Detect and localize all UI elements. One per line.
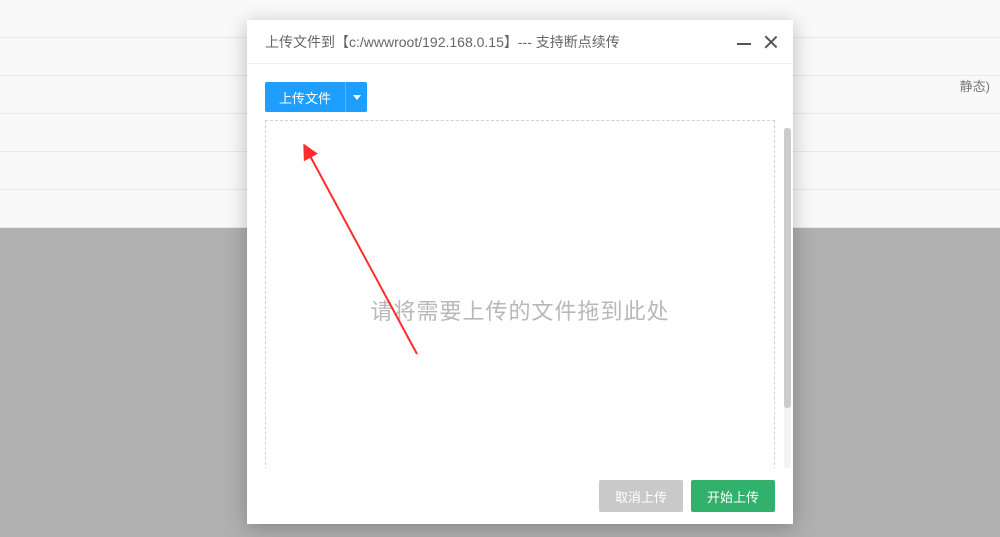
- upload-button-group: 上传文件: [265, 82, 367, 112]
- modal-title: 上传文件到【c:/wwwroot/192.168.0.15】--- 支持断点续传: [265, 32, 737, 52]
- upload-file-dropdown[interactable]: [345, 82, 367, 112]
- start-upload-button[interactable]: 开始上传: [691, 480, 775, 512]
- upload-file-button[interactable]: 上传文件: [265, 82, 345, 112]
- caret-down-icon: [353, 95, 361, 100]
- minimize-icon[interactable]: [737, 43, 751, 45]
- scrollbar-thumb[interactable]: [784, 128, 791, 408]
- modal-header-controls: [737, 34, 779, 50]
- upload-modal: 上传文件到【c:/wwwroot/192.168.0.15】--- 支持断点续传…: [247, 20, 793, 524]
- modal-body: 上传文件 请将需要上传的文件拖到此处: [247, 64, 793, 468]
- file-drop-zone[interactable]: 请将需要上传的文件拖到此处: [265, 120, 775, 468]
- cancel-upload-button[interactable]: 取消上传: [599, 480, 683, 512]
- scrollbar[interactable]: [784, 128, 791, 468]
- modal-header: 上传文件到【c:/wwwroot/192.168.0.15】--- 支持断点续传: [247, 20, 793, 64]
- drop-zone-placeholder: 请将需要上传的文件拖到此处: [370, 294, 669, 326]
- background-partial-text: 静态): [960, 76, 990, 95]
- modal-footer: 取消上传 开始上传: [247, 468, 793, 524]
- close-icon[interactable]: [763, 34, 779, 50]
